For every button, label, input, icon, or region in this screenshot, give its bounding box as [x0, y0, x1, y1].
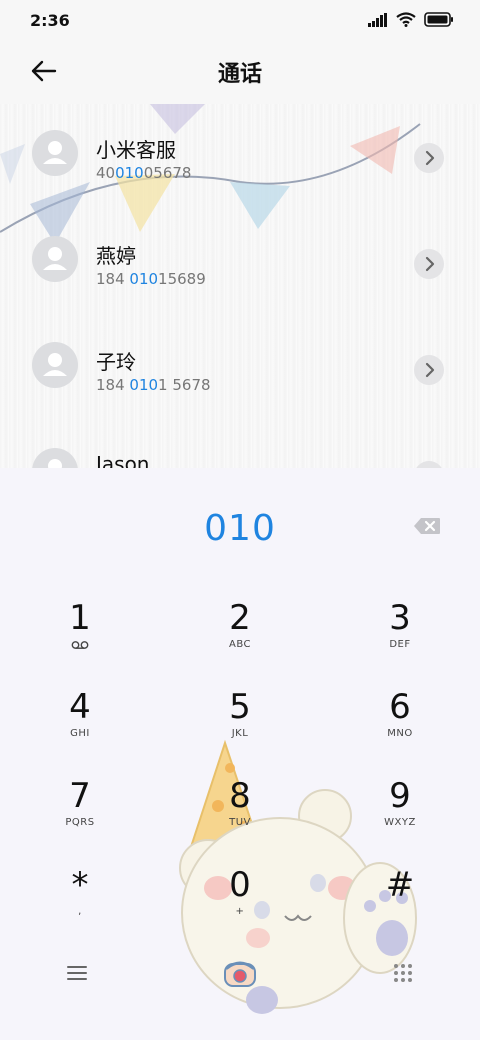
- key-star[interactable]: * ,: [20, 865, 140, 945]
- contact-number: 4001005678: [96, 164, 191, 182]
- status-bar: 2:36: [0, 0, 480, 40]
- key-digit: 4: [69, 687, 91, 727]
- number-suffix: 15689: [158, 270, 206, 288]
- key-letters: TUV: [229, 817, 251, 828]
- key-8[interactable]: 8 TUV: [180, 776, 300, 856]
- contact-row[interactable]: 小米客服 4001005678: [0, 104, 480, 210]
- chevron-right-icon: [425, 150, 435, 166]
- contact-row[interactable]: 燕婷 184 01015689: [0, 210, 480, 316]
- menu-icon: [67, 966, 87, 980]
- key-digit: 7: [69, 776, 91, 816]
- number-prefix: 40: [96, 164, 116, 182]
- battery-icon: [424, 12, 453, 27]
- status-time: 2:36: [30, 11, 70, 30]
- signal-icon: [368, 12, 387, 27]
- contact-detail-button[interactable]: [414, 461, 444, 468]
- key-5[interactable]: 5 JKL: [180, 687, 300, 767]
- chevron-right-icon: [425, 256, 435, 272]
- key-digit: #: [385, 865, 415, 905]
- call-button[interactable]: [220, 954, 260, 998]
- key-letters: ABC: [228, 639, 251, 650]
- key-digit: *: [71, 865, 89, 905]
- key-digit: 9: [389, 776, 411, 816]
- number-suffix: 05678: [143, 164, 192, 182]
- key-digit: 6: [389, 687, 411, 727]
- contact-detail-button[interactable]: [414, 143, 444, 173]
- key-4[interactable]: 4 GHI: [20, 687, 140, 767]
- backspace-button[interactable]: [413, 517, 441, 535]
- number-match: 010: [129, 270, 159, 288]
- dialer-panel: 010 1 2 ABC 3 DEF 4 GHI 5 JKL 6 MNO 7 PQ…: [0, 468, 480, 1040]
- key-hash[interactable]: #: [340, 865, 460, 945]
- contact-name: Jason: [96, 452, 150, 468]
- avatar: [32, 130, 78, 176]
- keypad-icon: [394, 964, 412, 982]
- key-digit: 0: [229, 865, 251, 905]
- contact-name: 燕婷: [96, 244, 136, 268]
- keypad-toggle-button[interactable]: [392, 962, 414, 988]
- person-icon: [48, 459, 62, 468]
- chevron-right-icon: [425, 362, 435, 378]
- key-digit: 1: [69, 598, 91, 638]
- key-6[interactable]: 6 MNO: [340, 687, 460, 767]
- key-2[interactable]: 2 ABC: [180, 598, 300, 678]
- number-prefix: 184: [96, 270, 130, 288]
- key-3[interactable]: 3 DEF: [340, 598, 460, 678]
- contact-number: 184 01015689: [96, 270, 206, 288]
- backspace-icon: [414, 518, 440, 534]
- contact-detail-button[interactable]: [414, 355, 444, 385]
- voicemail-icon: [71, 641, 89, 649]
- page-title: 通话: [217, 62, 262, 87]
- key-letters: PQRS: [65, 817, 95, 828]
- key-7[interactable]: 7 PQRS: [20, 776, 140, 856]
- key-letters: +: [235, 906, 245, 917]
- wifi-icon: [396, 12, 416, 27]
- contact-number: 184 0101 5678: [96, 376, 211, 394]
- key-letters: JKL: [231, 728, 249, 739]
- avatar: [32, 236, 78, 282]
- person-icon: [43, 141, 67, 164]
- key-letters: DEF: [389, 639, 411, 650]
- phone-call-icon: [224, 961, 256, 987]
- key-letters: MNO: [387, 728, 413, 739]
- dial-input[interactable]: 010: [0, 508, 480, 549]
- key-digit: 8: [229, 776, 251, 816]
- key-letters: WXYZ: [384, 817, 416, 828]
- contact-row[interactable]: 子玲 184 0101 5678: [0, 316, 480, 422]
- number-match: 010: [115, 164, 144, 182]
- contact-detail-button[interactable]: [414, 249, 444, 279]
- avatar: [32, 448, 78, 468]
- number-prefix: 184: [96, 376, 130, 394]
- contact-name: 子玲: [96, 350, 136, 374]
- menu-button[interactable]: [66, 964, 88, 986]
- key-0[interactable]: 0 +: [180, 865, 300, 945]
- contact-row[interactable]: Jason: [0, 422, 480, 468]
- status-icons: [368, 12, 454, 27]
- number-suffix: 1 5678: [158, 376, 211, 394]
- key-1[interactable]: 1: [20, 598, 140, 678]
- contact-list: 小米客服 4001005678 燕婷 184 01015689 子玲 184 0…: [0, 104, 480, 468]
- avatar: [32, 342, 78, 388]
- person-icon: [43, 247, 67, 270]
- key-digit: 3: [389, 598, 411, 638]
- number-match: 010: [129, 376, 159, 394]
- key-letters: ,: [78, 906, 82, 917]
- key-letters: GHI: [70, 728, 90, 739]
- contact-name: 小米客服: [96, 138, 176, 162]
- key-digit: 2: [229, 598, 251, 638]
- header: 通话: [0, 40, 480, 104]
- person-icon: [43, 353, 67, 376]
- key-9[interactable]: 9 WXYZ: [340, 776, 460, 856]
- key-digit: 5: [229, 687, 251, 727]
